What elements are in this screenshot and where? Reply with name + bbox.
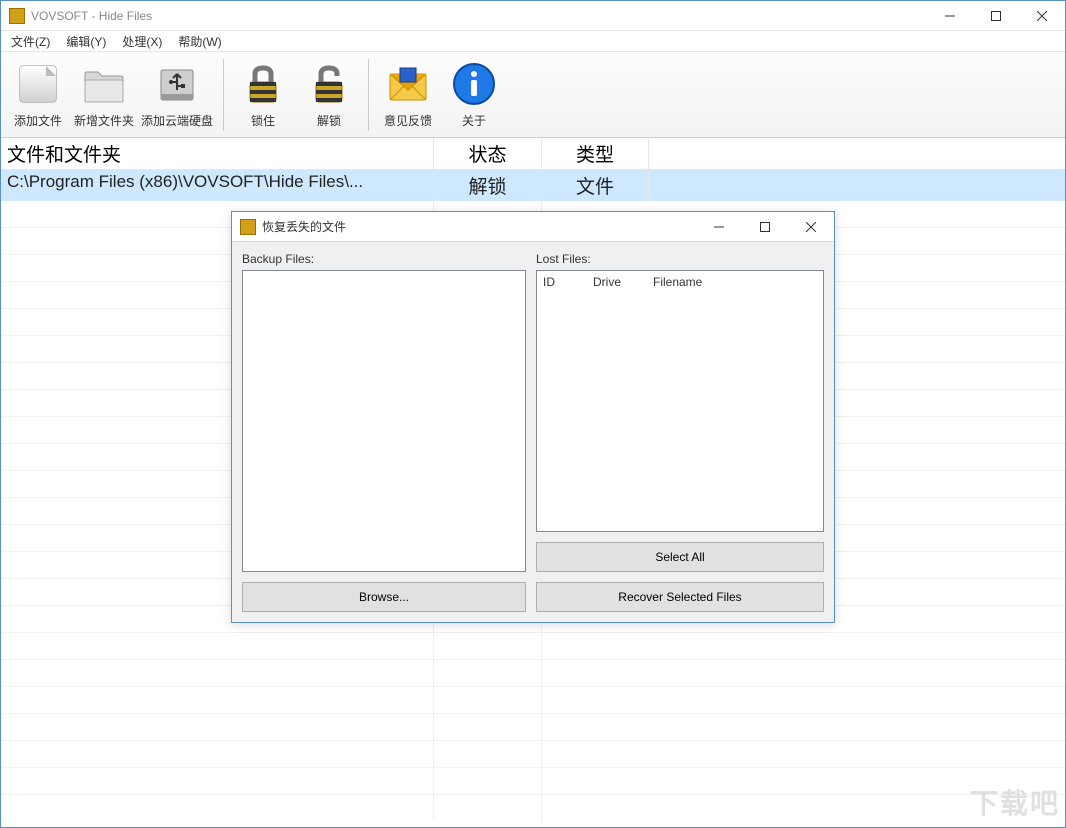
lock-label: 锁住 <box>251 112 275 129</box>
minimize-icon <box>714 222 724 232</box>
dialog-close-button[interactable] <box>788 212 834 242</box>
cell-path: C:\Program Files (x86)\VOVSOFT\Hide File… <box>1 170 433 201</box>
add-folder-button[interactable]: 新增文件夹 <box>71 58 137 131</box>
close-button[interactable] <box>1019 1 1065 31</box>
add-file-label: 添加文件 <box>14 112 62 129</box>
col-header-path[interactable]: 文件和文件夹 <box>1 138 433 169</box>
toolbar-separator <box>223 59 224 131</box>
menu-edit[interactable]: 编辑(Y) <box>62 31 110 52</box>
lost-files-list[interactable]: ID Drive Filename <box>536 270 824 532</box>
add-file-button[interactable]: 添加文件 <box>5 58 71 131</box>
table-row[interactable]: C:\Program Files (x86)\VOVSOFT\Hide File… <box>1 170 1065 201</box>
file-icon <box>14 60 62 108</box>
cell-status: 解锁 <box>433 170 541 201</box>
lock-button[interactable]: 锁住 <box>230 58 296 131</box>
toolbar: 添加文件 新增文件夹 添加云端硬盘 锁住 <box>1 52 1065 138</box>
maximize-icon <box>760 222 770 232</box>
backup-files-label: Backup Files: <box>242 252 526 266</box>
col-filename[interactable]: Filename <box>653 275 817 289</box>
add-cloud-drive-label: 添加云端硬盘 <box>141 112 213 129</box>
lock-closed-icon <box>239 60 287 108</box>
feedback-button[interactable]: 意见反馈 <box>375 58 441 131</box>
feedback-label: 意见反馈 <box>384 112 432 129</box>
add-cloud-drive-button[interactable]: 添加云端硬盘 <box>137 58 217 131</box>
about-label: 关于 <box>462 112 486 129</box>
maximize-icon <box>991 11 1001 21</box>
dialog-title: 恢复丢失的文件 <box>262 218 346 235</box>
app-title: VOVSOFT - Hide Files <box>31 9 152 23</box>
cell-type: 文件 <box>541 170 649 201</box>
info-icon <box>450 60 498 108</box>
unlock-button[interactable]: 解锁 <box>296 58 362 131</box>
col-id[interactable]: ID <box>543 275 593 289</box>
select-all-label: Select All <box>655 550 704 564</box>
menu-help[interactable]: 帮助(W) <box>174 31 225 52</box>
select-all-button[interactable]: Select All <box>536 542 824 572</box>
main-titlebar: VOVSOFT - Hide Files <box>1 1 1065 31</box>
table-header: 文件和文件夹 状态 类型 <box>1 138 1065 170</box>
dialog-maximize-button[interactable] <box>742 212 788 242</box>
recover-dialog: 恢复丢失的文件 Backup Files: Browse... Lost Fil… <box>231 211 835 623</box>
close-icon <box>806 222 816 232</box>
menu-process[interactable]: 处理(X) <box>118 31 166 52</box>
app-icon <box>240 219 256 235</box>
minimize-button[interactable] <box>927 1 973 31</box>
recover-button[interactable]: Recover Selected Files <box>536 582 824 612</box>
browse-label: Browse... <box>359 590 409 604</box>
add-folder-label: 新增文件夹 <box>74 112 134 129</box>
col-header-status[interactable]: 状态 <box>433 138 541 169</box>
usb-drive-icon <box>153 60 201 108</box>
recover-label: Recover Selected Files <box>618 590 741 604</box>
maximize-button[interactable] <box>973 1 1019 31</box>
dialog-minimize-button[interactable] <box>696 212 742 242</box>
col-drive[interactable]: Drive <box>593 275 653 289</box>
about-button[interactable]: 关于 <box>441 58 507 131</box>
toolbar-separator <box>368 59 369 131</box>
app-icon <box>9 8 25 24</box>
folder-icon <box>80 60 128 108</box>
lost-files-label: Lost Files: <box>536 252 824 266</box>
envelope-icon <box>384 60 432 108</box>
unlock-label: 解锁 <box>317 112 341 129</box>
browse-button[interactable]: Browse... <box>242 582 526 612</box>
menubar: 文件(Z) 编辑(Y) 处理(X) 帮助(W) <box>1 31 1065 52</box>
lock-open-icon <box>305 60 353 108</box>
col-header-type[interactable]: 类型 <box>541 138 649 169</box>
lost-files-header: ID Drive Filename <box>537 271 823 293</box>
menu-file[interactable]: 文件(Z) <box>7 31 54 52</box>
close-icon <box>1037 11 1047 21</box>
backup-files-list[interactable] <box>242 270 526 572</box>
minimize-icon <box>945 11 955 21</box>
dialog-titlebar: 恢复丢失的文件 <box>232 212 834 242</box>
